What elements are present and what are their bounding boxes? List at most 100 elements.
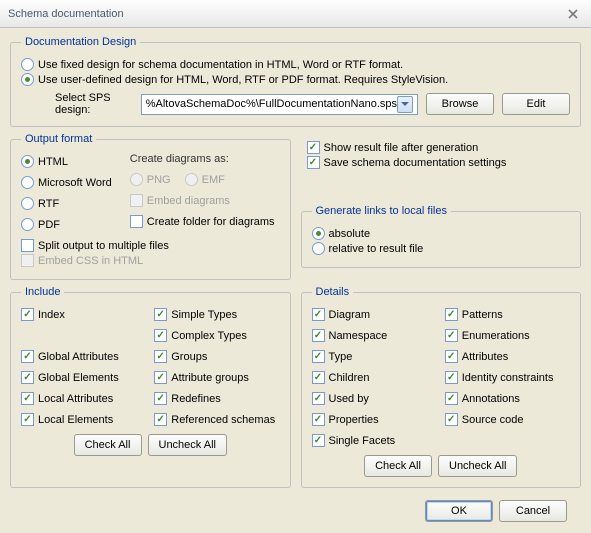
html-row[interactable]: HTML [21, 155, 112, 168]
local-attributes-check[interactable] [21, 392, 34, 405]
properties-check[interactable] [312, 413, 325, 426]
rtf-radio[interactable] [21, 197, 34, 210]
patterns-check[interactable] [445, 308, 458, 321]
png-radio [130, 173, 143, 186]
details-group: Details Diagram Patterns Namespace Enume… [301, 286, 582, 488]
global-attributes-row[interactable]: Global Attributes [21, 350, 146, 363]
sps-design-combo[interactable]: %AltovaSchemaDoc%\FullDocumentationNano.… [141, 94, 418, 115]
close-icon[interactable] [563, 4, 583, 24]
include-uncheck-all-button[interactable]: Uncheck All [148, 434, 227, 456]
single-facets-check[interactable] [312, 434, 325, 447]
redefines-check[interactable] [154, 392, 167, 405]
show-result-row[interactable]: Show result file after generation [307, 141, 576, 154]
details-uncheck-all-button[interactable]: Uncheck All [438, 455, 517, 477]
diagram-row[interactable]: Diagram [312, 308, 437, 321]
source-code-row[interactable]: Source code [445, 413, 570, 426]
word-radio[interactable] [21, 176, 34, 189]
word-row[interactable]: Microsoft Word [21, 176, 112, 189]
attributes-row[interactable]: Attributes [445, 350, 570, 363]
save-settings-check[interactable] [307, 156, 320, 169]
fixed-design-radio[interactable] [21, 58, 34, 71]
save-settings-row[interactable]: Save schema documentation settings [307, 156, 576, 169]
type-row[interactable]: Type [312, 350, 437, 363]
user-design-radio[interactable] [21, 73, 34, 86]
documentation-design-group: Documentation Design Use fixed design fo… [10, 36, 581, 127]
namespace-row[interactable]: Namespace [312, 329, 437, 342]
create-folder-row[interactable]: Create folder for diagrams [130, 215, 275, 228]
ok-button[interactable]: OK [425, 500, 493, 522]
include-legend: Include [21, 286, 64, 298]
emf-radio [185, 173, 198, 186]
fixed-design-row[interactable]: Use fixed design for schema documentatio… [21, 58, 570, 71]
enumerations-check[interactable] [445, 329, 458, 342]
children-check[interactable] [312, 371, 325, 384]
local-elements-row[interactable]: Local Elements [21, 413, 146, 426]
embed-diagrams-check [130, 194, 143, 207]
global-elements-check[interactable] [21, 371, 34, 384]
rtf-row[interactable]: RTF [21, 197, 112, 210]
usedby-row[interactable]: Used by [312, 392, 437, 405]
global-elements-row[interactable]: Global Elements [21, 371, 146, 384]
edit-button[interactable]: Edit [502, 93, 570, 115]
index-check[interactable] [21, 308, 34, 321]
referenced-schemas-check[interactable] [154, 413, 167, 426]
simple-types-check[interactable] [154, 308, 167, 321]
output-format-group: Output format HTML Microsoft Word RTF PD… [10, 133, 291, 280]
png-row: PNG EMF [130, 173, 275, 186]
include-check-all-button[interactable]: Check All [74, 434, 142, 456]
index-row[interactable]: Index [21, 308, 146, 321]
complex-types-row[interactable]: Complex Types [154, 329, 279, 342]
attribute-groups-check[interactable] [154, 371, 167, 384]
local-attributes-row[interactable]: Local Attributes [21, 392, 146, 405]
create-folder-check[interactable] [130, 215, 143, 228]
identity-constraints-check[interactable] [445, 371, 458, 384]
user-design-label: Use user-defined design for HTML, Word, … [38, 74, 448, 86]
cancel-button[interactable]: Cancel [499, 500, 567, 522]
groups-check[interactable] [154, 350, 167, 363]
complex-types-check[interactable] [154, 329, 167, 342]
split-output-check[interactable] [21, 239, 34, 252]
annotations-row[interactable]: Annotations [445, 392, 570, 405]
pdf-row[interactable]: PDF [21, 218, 112, 231]
sps-design-value: %AltovaSchemaDoc%\FullDocumentationNano.… [146, 98, 397, 110]
split-output-row[interactable]: Split output to multiple files [21, 239, 280, 252]
local-elements-check[interactable] [21, 413, 34, 426]
enumerations-row[interactable]: Enumerations [445, 329, 570, 342]
single-facets-row[interactable]: Single Facets [312, 434, 437, 447]
namespace-check[interactable] [312, 329, 325, 342]
absolute-row[interactable]: absolute [312, 227, 571, 240]
chevron-down-icon[interactable] [397, 96, 413, 113]
diagram-check[interactable] [312, 308, 325, 321]
simple-types-row[interactable]: Simple Types [154, 308, 279, 321]
referenced-schemas-row[interactable]: Referenced schemas [154, 413, 279, 426]
identity-constraints-row[interactable]: Identity constraints [445, 371, 570, 384]
annotations-check[interactable] [445, 392, 458, 405]
output-format-legend: Output format [21, 133, 96, 145]
usedby-check[interactable] [312, 392, 325, 405]
generate-links-legend: Generate links to local files [312, 205, 451, 217]
user-design-row[interactable]: Use user-defined design for HTML, Word, … [21, 73, 570, 86]
fixed-design-label: Use fixed design for schema documentatio… [38, 59, 403, 71]
groups-row[interactable]: Groups [154, 350, 279, 363]
html-radio[interactable] [21, 155, 34, 168]
absolute-radio[interactable] [312, 227, 325, 240]
browse-button[interactable]: Browse [426, 93, 494, 115]
global-attributes-check[interactable] [21, 350, 34, 363]
redefines-row[interactable]: Redefines [154, 392, 279, 405]
show-result-check[interactable] [307, 141, 320, 154]
attributes-check[interactable] [445, 350, 458, 363]
attribute-groups-row[interactable]: Attribute groups [154, 371, 279, 384]
window-title: Schema documentation [8, 8, 124, 20]
patterns-row[interactable]: Patterns [445, 308, 570, 321]
properties-row[interactable]: Properties [312, 413, 437, 426]
details-check-all-button[interactable]: Check All [364, 455, 432, 477]
embed-css-row: Embed CSS in HTML [21, 254, 280, 267]
create-diagrams-label: Create diagrams as: [130, 153, 275, 165]
relative-row[interactable]: relative to result file [312, 242, 571, 255]
children-row[interactable]: Children [312, 371, 437, 384]
type-check[interactable] [312, 350, 325, 363]
source-code-check[interactable] [445, 413, 458, 426]
relative-radio[interactable] [312, 242, 325, 255]
title-bar: Schema documentation [0, 0, 591, 28]
pdf-radio[interactable] [21, 218, 34, 231]
